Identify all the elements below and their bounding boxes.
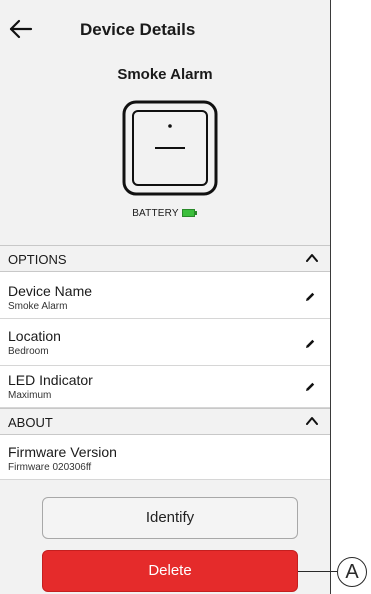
battery-icon	[181, 209, 198, 218]
pencil-icon[interactable]	[304, 381, 316, 393]
section-label-options: OPTIONS	[8, 252, 67, 267]
back-arrow-icon[interactable]	[8, 16, 34, 42]
option-label: Device Name	[8, 283, 93, 299]
option-value: Bedroom	[8, 346, 49, 357]
section-header-options[interactable]: OPTIONS	[0, 245, 330, 272]
battery-label: BATTERY	[132, 208, 179, 219]
chevron-up-icon[interactable]	[306, 416, 318, 426]
option-item-led-indicator[interactable]: LED Indicator Maximum	[0, 366, 330, 408]
delete-button[interactable]: Delete	[42, 550, 298, 592]
device-details-screen: Device Details Smoke Alarm BATTERY OPTIO…	[0, 0, 331, 594]
pencil-icon[interactable]	[304, 291, 316, 303]
about-item-firmware-version: Firmware Version Firmware 020306ff	[0, 435, 330, 480]
device-name-heading: Smoke Alarm	[117, 66, 213, 83]
page-title: Device Details	[80, 20, 196, 39]
section-label-about: ABOUT	[8, 415, 53, 430]
option-label: Location	[8, 328, 61, 344]
option-label: LED Indicator	[8, 372, 93, 388]
about-value: Firmware 020306ff	[8, 462, 92, 473]
battery-status: BATTERY	[0, 208, 330, 219]
identify-button[interactable]: Identify	[42, 497, 298, 539]
option-value: Smoke Alarm	[8, 301, 68, 312]
pencil-icon[interactable]	[304, 338, 316, 350]
option-value: Maximum	[8, 390, 52, 401]
option-item-location[interactable]: Location Bedroom	[0, 319, 330, 366]
callout-line	[298, 571, 337, 572]
callout-marker: A	[337, 557, 367, 587]
section-header-about[interactable]: ABOUT	[0, 408, 330, 435]
header: Device Details	[0, 0, 330, 60]
option-item-device-name[interactable]: Device Name Smoke Alarm	[0, 272, 330, 319]
smoke-alarm-device-icon	[122, 100, 218, 196]
about-label: Firmware Version	[8, 444, 117, 460]
chevron-up-icon[interactable]	[306, 253, 318, 263]
